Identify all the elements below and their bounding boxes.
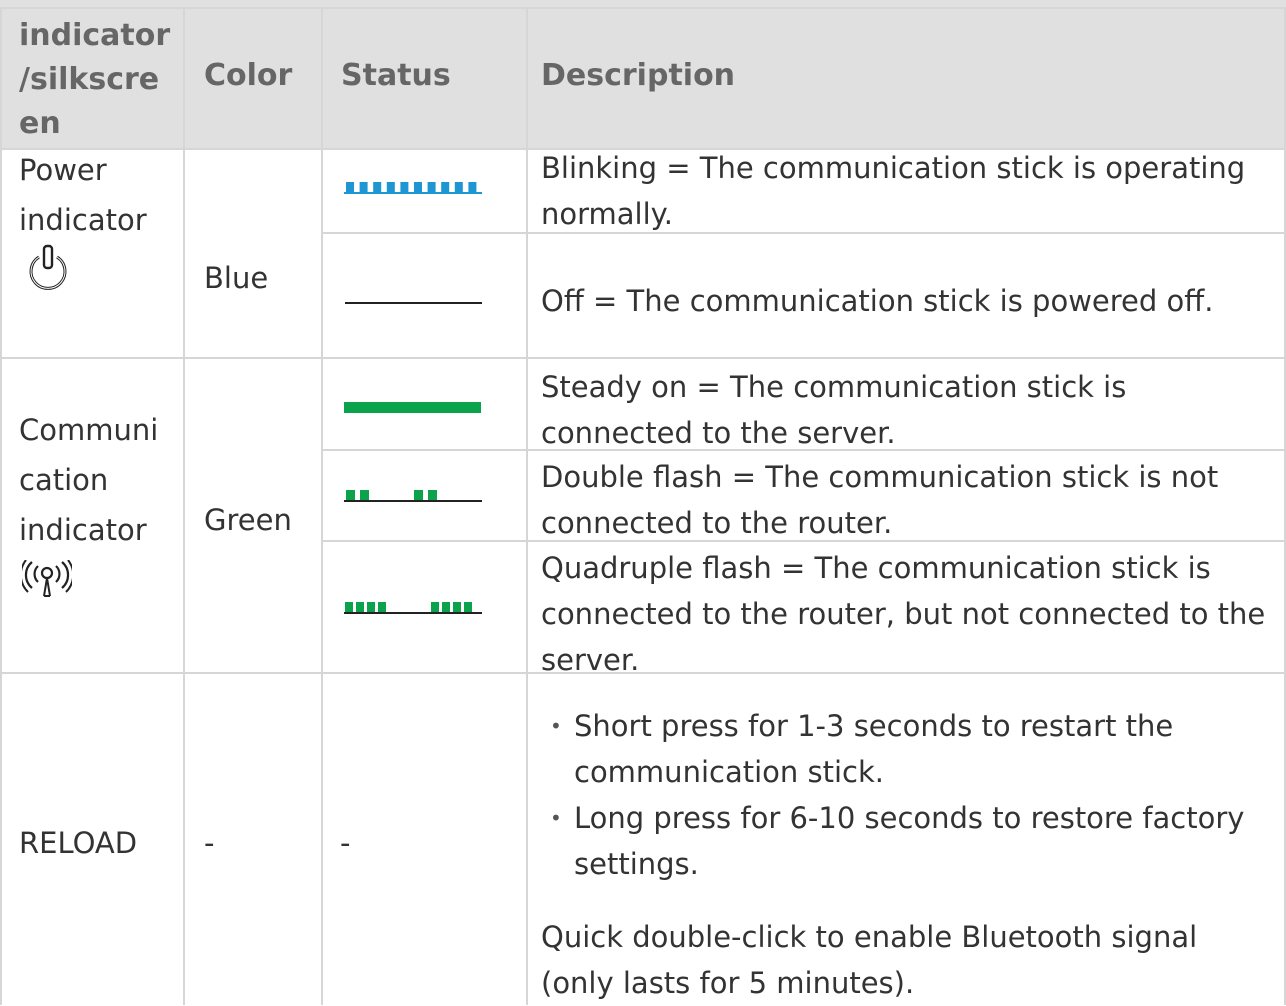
blink-dash [441, 182, 450, 192]
flash-mark [431, 602, 439, 612]
wireless-signal-icon [22, 560, 72, 597]
divider [0, 7, 1286, 9]
blink-dash [373, 182, 382, 192]
list-item: Long press for 6-10 seconds to restore f… [530, 795, 1280, 887]
divider [526, 7, 528, 1005]
header-indicator: indicator /silkscre en [19, 14, 170, 146]
quadruple-flash-description: Quadruple flash = The communication stic… [541, 551, 1266, 677]
flash-mark [360, 490, 369, 500]
reload-bullet-list: Short press for 1-3 seconds to restart t… [530, 703, 1280, 887]
flash-mark [356, 602, 364, 612]
label-line: Power [19, 153, 107, 187]
blink-dash [468, 182, 477, 192]
header-color: Color [204, 58, 293, 93]
divider [321, 7, 323, 1005]
off-description: Off = The communication stick is powered… [541, 284, 1214, 318]
flash-mark [346, 490, 355, 500]
label-line: Communi [19, 413, 159, 447]
label-line: indicator [19, 513, 147, 547]
power-color: Blue [204, 261, 269, 295]
blink-dash [414, 182, 422, 192]
double-flash-status-icon [344, 490, 482, 502]
blinking-status-icon [344, 182, 482, 194]
blink-dash [454, 182, 463, 192]
divider [183, 7, 185, 1005]
flash-mark [345, 602, 353, 612]
list-item: Short press for 1-3 seconds to restart t… [530, 703, 1280, 795]
flash-mark [378, 602, 386, 612]
blink-dash [359, 182, 368, 192]
communication-color: Green [204, 503, 292, 537]
double-flash-description: Double flash = The communication stick i… [541, 460, 1219, 540]
indicator-table: indicator /silkscre en Color Status Desc… [0, 0, 1286, 1005]
reload-label: RELOAD [19, 826, 138, 860]
power-indicator-label: Power indicator [19, 145, 147, 245]
label-line: indicator [19, 203, 147, 237]
header-indicator-line: en [19, 106, 61, 141]
steady-on-status-line [344, 402, 481, 413]
header-status: Status [341, 58, 451, 93]
blink-dash [400, 182, 409, 192]
flash-mark [428, 490, 437, 500]
header-indicator-line: /silkscre [19, 62, 160, 97]
off-status-line [345, 302, 482, 304]
steady-description: Steady on = The communication stick is c… [541, 370, 1127, 450]
baseline [344, 612, 482, 614]
flash-mark [367, 602, 375, 612]
blink-dash [346, 182, 354, 192]
reload-note: Quick double-click to enable Bluetooth s… [541, 920, 1198, 1000]
header-indicator-line: indicator [19, 18, 171, 53]
baseline [344, 500, 482, 502]
divider [0, 357, 1286, 359]
baseline [344, 192, 482, 194]
flash-mark [442, 602, 450, 612]
flash-mark [453, 602, 461, 612]
flash-mark [464, 602, 472, 612]
blink-dash [427, 182, 436, 192]
reload-status: - [340, 826, 351, 860]
flash-mark [414, 490, 423, 500]
label-line: cation [19, 463, 109, 497]
blink-dash [386, 182, 395, 192]
header-description: Description [541, 58, 736, 93]
blinking-description: Blinking = The communication stick is op… [541, 151, 1246, 231]
power-icon [29, 244, 67, 290]
quadruple-flash-status-icon [344, 602, 482, 614]
communication-indicator-label: Communi cation indicator [19, 405, 158, 555]
divider [0, 7, 2, 1005]
reload-color: - [204, 826, 215, 860]
